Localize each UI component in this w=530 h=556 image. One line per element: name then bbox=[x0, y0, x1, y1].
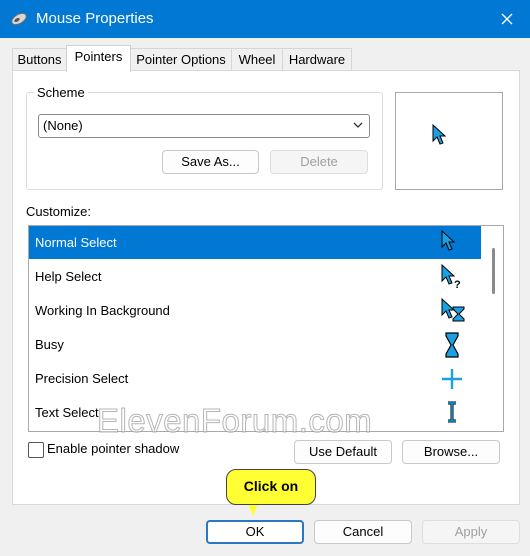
watermark: ElevenForum.com bbox=[96, 402, 373, 440]
scheme-label: Scheme bbox=[34, 85, 88, 100]
window-title: Mouse Properties bbox=[36, 10, 154, 27]
list-item-label: Busy bbox=[35, 337, 64, 352]
browse-button[interactable]: Browse... bbox=[402, 440, 500, 464]
use-default-button[interactable]: Use Default bbox=[294, 440, 392, 464]
hourglass-icon bbox=[445, 332, 459, 358]
text-beam-icon bbox=[448, 401, 456, 423]
arrow-cursor-icon bbox=[441, 229, 456, 251]
svg-text:?: ? bbox=[454, 279, 461, 291]
list-scrollbar[interactable] bbox=[483, 226, 503, 431]
close-icon bbox=[501, 13, 513, 25]
ok-button[interactable]: OK bbox=[206, 520, 304, 544]
help-cursor-icon: ? bbox=[441, 263, 461, 291]
list-item-label: Help Select bbox=[35, 269, 102, 284]
cursor-list[interactable]: Normal Select Help Select ? Working In B… bbox=[28, 225, 504, 432]
list-item-label: Working In Background bbox=[35, 303, 170, 318]
scheme-dropdown[interactable]: (None) bbox=[38, 114, 370, 138]
list-item-label: Normal Select bbox=[35, 235, 117, 250]
pointer-shadow-label[interactable]: Enable pointer shadow bbox=[47, 441, 179, 456]
tab-wheel[interactable]: Wheel bbox=[231, 48, 283, 71]
tab-hardware[interactable]: Hardware bbox=[282, 48, 352, 71]
list-item[interactable]: Normal Select bbox=[29, 226, 481, 259]
list-item[interactable]: Help Select ? bbox=[29, 260, 481, 293]
save-as-button[interactable]: Save As... bbox=[162, 150, 259, 174]
delete-button[interactable]: Delete bbox=[270, 150, 368, 174]
title-bar: Mouse Properties bbox=[0, 0, 530, 38]
pointer-shadow-checkbox[interactable] bbox=[28, 442, 44, 458]
cursor-preview bbox=[395, 92, 503, 190]
close-button[interactable] bbox=[484, 0, 530, 38]
list-item[interactable]: Working In Background bbox=[29, 294, 481, 327]
cancel-button[interactable]: Cancel bbox=[314, 520, 412, 544]
list-item-label: Precision Select bbox=[35, 371, 129, 386]
tab-pointers[interactable]: Pointers bbox=[66, 45, 131, 72]
list-item[interactable]: Busy bbox=[29, 328, 481, 361]
click-callout: Click on bbox=[226, 469, 316, 505]
crosshair-icon bbox=[442, 369, 462, 389]
list-item[interactable]: Precision Select bbox=[29, 362, 481, 395]
arrow-cursor-icon bbox=[432, 124, 447, 145]
working-cursor-icon bbox=[441, 297, 465, 322]
mouse-icon bbox=[11, 12, 27, 26]
tab-pointer-options[interactable]: Pointer Options bbox=[130, 48, 232, 71]
scheme-group bbox=[26, 92, 383, 190]
chevron-down-icon bbox=[353, 122, 363, 128]
list-item-label: Text Select bbox=[35, 405, 99, 420]
scheme-value: (None) bbox=[43, 118, 83, 133]
tab-buttons[interactable]: Buttons bbox=[12, 48, 67, 71]
customize-label: Customize: bbox=[26, 204, 92, 219]
apply-button[interactable]: Apply bbox=[422, 520, 520, 544]
scrollbar-thumb[interactable] bbox=[492, 248, 495, 294]
